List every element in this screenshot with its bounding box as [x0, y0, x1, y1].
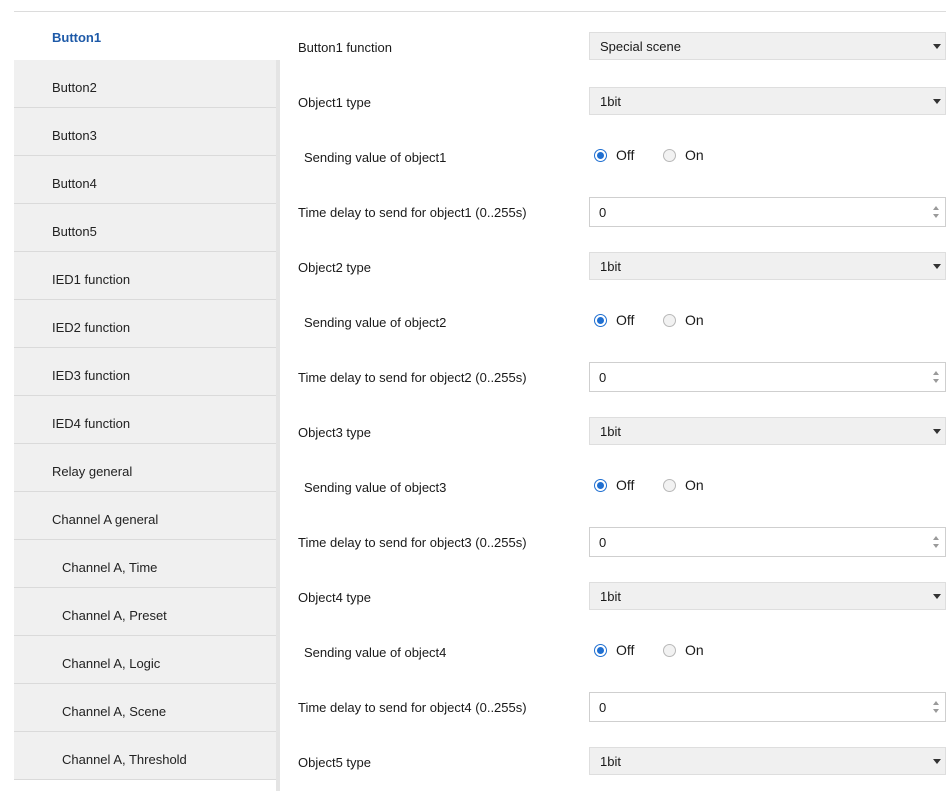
- object1-type-select[interactable]: 1bit: [589, 87, 946, 115]
- button1-function-label: Button1 function: [298, 40, 392, 55]
- object2-type-select[interactable]: 1bit: [589, 252, 946, 280]
- sidebar-item-channel-a-preset[interactable]: Channel A, Preset: [14, 588, 276, 636]
- sidebar-item-button2[interactable]: Button2: [14, 60, 276, 108]
- sidebar-item-label: Button4: [52, 176, 97, 191]
- object2-delay-spinbox[interactable]: 0: [589, 362, 946, 392]
- object3-send-label: Sending value of object3: [304, 480, 447, 495]
- radio-off[interactable]: [594, 149, 607, 162]
- sidebar-item-label: Channel A, Preset: [62, 608, 167, 623]
- spinbox-value: 0: [599, 700, 607, 715]
- radio-off-label[interactable]: Off: [616, 642, 634, 658]
- object5-type-select[interactable]: 1bit: [589, 747, 946, 775]
- sidebar-item-label: Channel A, Logic: [62, 656, 161, 671]
- sidebar-item-label: IED4 function: [52, 416, 131, 431]
- sidebar-item-ied4-function[interactable]: IED4 function: [14, 396, 276, 444]
- radio-on-label[interactable]: On: [685, 477, 704, 493]
- spin-down-icon[interactable]: [933, 544, 939, 548]
- object3-type-select[interactable]: 1bit: [589, 417, 946, 445]
- sidebar-item-label: Relay general: [52, 464, 133, 479]
- object2-delay-label: Time delay to send for object2 (0..255s): [298, 370, 527, 385]
- select-value: Special scene: [600, 39, 681, 54]
- sidebar-item-label: Button3: [52, 128, 97, 143]
- sidebar-item-label: IED1 function: [52, 272, 131, 287]
- object2-type-label: Object2 type: [298, 260, 371, 275]
- sidebar-item-label: Button5: [52, 224, 97, 239]
- sidebar-item-button3[interactable]: Button3: [14, 108, 276, 156]
- sidebar-item-channel-a-threshold[interactable]: Channel A, Threshold: [14, 732, 276, 780]
- spin-down-icon[interactable]: [933, 214, 939, 218]
- sidebar-item-label: IED2 function: [52, 320, 131, 335]
- select-value: 1bit: [600, 424, 621, 439]
- chevron-down-icon: [933, 99, 941, 104]
- sidebar-item-ied1-function[interactable]: IED1 function: [14, 252, 276, 300]
- spin-down-icon[interactable]: [933, 379, 939, 383]
- sidebar-item-channel-a-logic[interactable]: Channel A, Logic: [14, 636, 276, 684]
- select-value: 1bit: [600, 589, 621, 604]
- sidebar-item-ied2-function[interactable]: IED2 function: [14, 300, 276, 348]
- radio-off[interactable]: [594, 644, 607, 657]
- radio-off-label[interactable]: Off: [616, 147, 634, 163]
- object3-delay-spinbox[interactable]: 0: [589, 527, 946, 557]
- radio-on[interactable]: [663, 149, 676, 162]
- sidebar-item-label: Button1: [52, 30, 102, 45]
- sidebar: Button1 Button2 Button3 Button4 Button5 …: [14, 12, 280, 791]
- spinbox-value: 0: [599, 535, 607, 550]
- spin-up-icon[interactable]: [933, 371, 939, 375]
- object3-delay-label: Time delay to send for object3 (0..255s): [298, 535, 527, 550]
- spin-down-icon[interactable]: [933, 709, 939, 713]
- radio-on-label[interactable]: On: [685, 312, 704, 328]
- spinbox-value: 0: [599, 370, 607, 385]
- select-value: 1bit: [600, 754, 621, 769]
- object4-send-label: Sending value of object4: [304, 645, 447, 660]
- object4-type-select[interactable]: 1bit: [589, 582, 946, 610]
- sidebar-item-channel-a-general[interactable]: Channel A general: [14, 492, 276, 540]
- radio-on-label[interactable]: On: [685, 147, 704, 163]
- radio-off[interactable]: [594, 479, 607, 492]
- sidebar-item-label: Channel A, Threshold: [62, 752, 187, 767]
- sidebar-divider: [276, 60, 280, 791]
- object1-delay-label: Time delay to send for object1 (0..255s): [298, 205, 527, 220]
- radio-off-label[interactable]: Off: [616, 312, 634, 328]
- sidebar-item-button4[interactable]: Button4: [14, 156, 276, 204]
- sidebar-item-label: Button2: [52, 80, 97, 95]
- object4-delay-label: Time delay to send for object4 (0..255s): [298, 700, 527, 715]
- object3-type-label: Object3 type: [298, 425, 371, 440]
- sidebar-item-label: IED3 function: [52, 368, 131, 383]
- sidebar-item-channel-a-time[interactable]: Channel A, Time: [14, 540, 276, 588]
- chevron-down-icon: [933, 759, 941, 764]
- select-value: 1bit: [600, 94, 621, 109]
- radio-on[interactable]: [663, 479, 676, 492]
- object4-type-label: Object4 type: [298, 590, 371, 605]
- object1-delay-spinbox[interactable]: 0: [589, 197, 946, 227]
- sidebar-item-ied3-function[interactable]: IED3 function: [14, 348, 276, 396]
- chevron-down-icon: [933, 429, 941, 434]
- chevron-down-icon: [933, 264, 941, 269]
- radio-on[interactable]: [663, 644, 676, 657]
- radio-off[interactable]: [594, 314, 607, 327]
- chevron-down-icon: [933, 44, 941, 49]
- object1-type-label: Object1 type: [298, 95, 371, 110]
- sidebar-item-relay-general[interactable]: Relay general: [14, 444, 276, 492]
- radio-off-label[interactable]: Off: [616, 477, 634, 493]
- radio-on[interactable]: [663, 314, 676, 327]
- sidebar-item-label: Channel A, Scene: [62, 704, 167, 719]
- select-value: 1bit: [600, 259, 621, 274]
- object4-delay-spinbox[interactable]: 0: [589, 692, 946, 722]
- button1-function-select[interactable]: Special scene: [589, 32, 946, 60]
- sidebar-item-button5[interactable]: Button5: [14, 204, 276, 252]
- spinbox-value: 0: [599, 205, 607, 220]
- sidebar-item-channel-a-scene[interactable]: Channel A, Scene: [14, 684, 276, 732]
- radio-on-label[interactable]: On: [685, 642, 704, 658]
- chevron-down-icon: [933, 594, 941, 599]
- spin-up-icon[interactable]: [933, 701, 939, 705]
- object5-type-label: Object5 type: [298, 755, 371, 770]
- spin-up-icon[interactable]: [933, 536, 939, 540]
- object1-send-label: Sending value of object1: [304, 150, 447, 165]
- sidebar-item-label: Channel A general: [52, 512, 159, 527]
- sidebar-item-button1[interactable]: Button1: [14, 12, 280, 60]
- sidebar-item-label: Channel A, Time: [62, 560, 158, 575]
- spin-up-icon[interactable]: [933, 206, 939, 210]
- object2-send-label: Sending value of object2: [304, 315, 447, 330]
